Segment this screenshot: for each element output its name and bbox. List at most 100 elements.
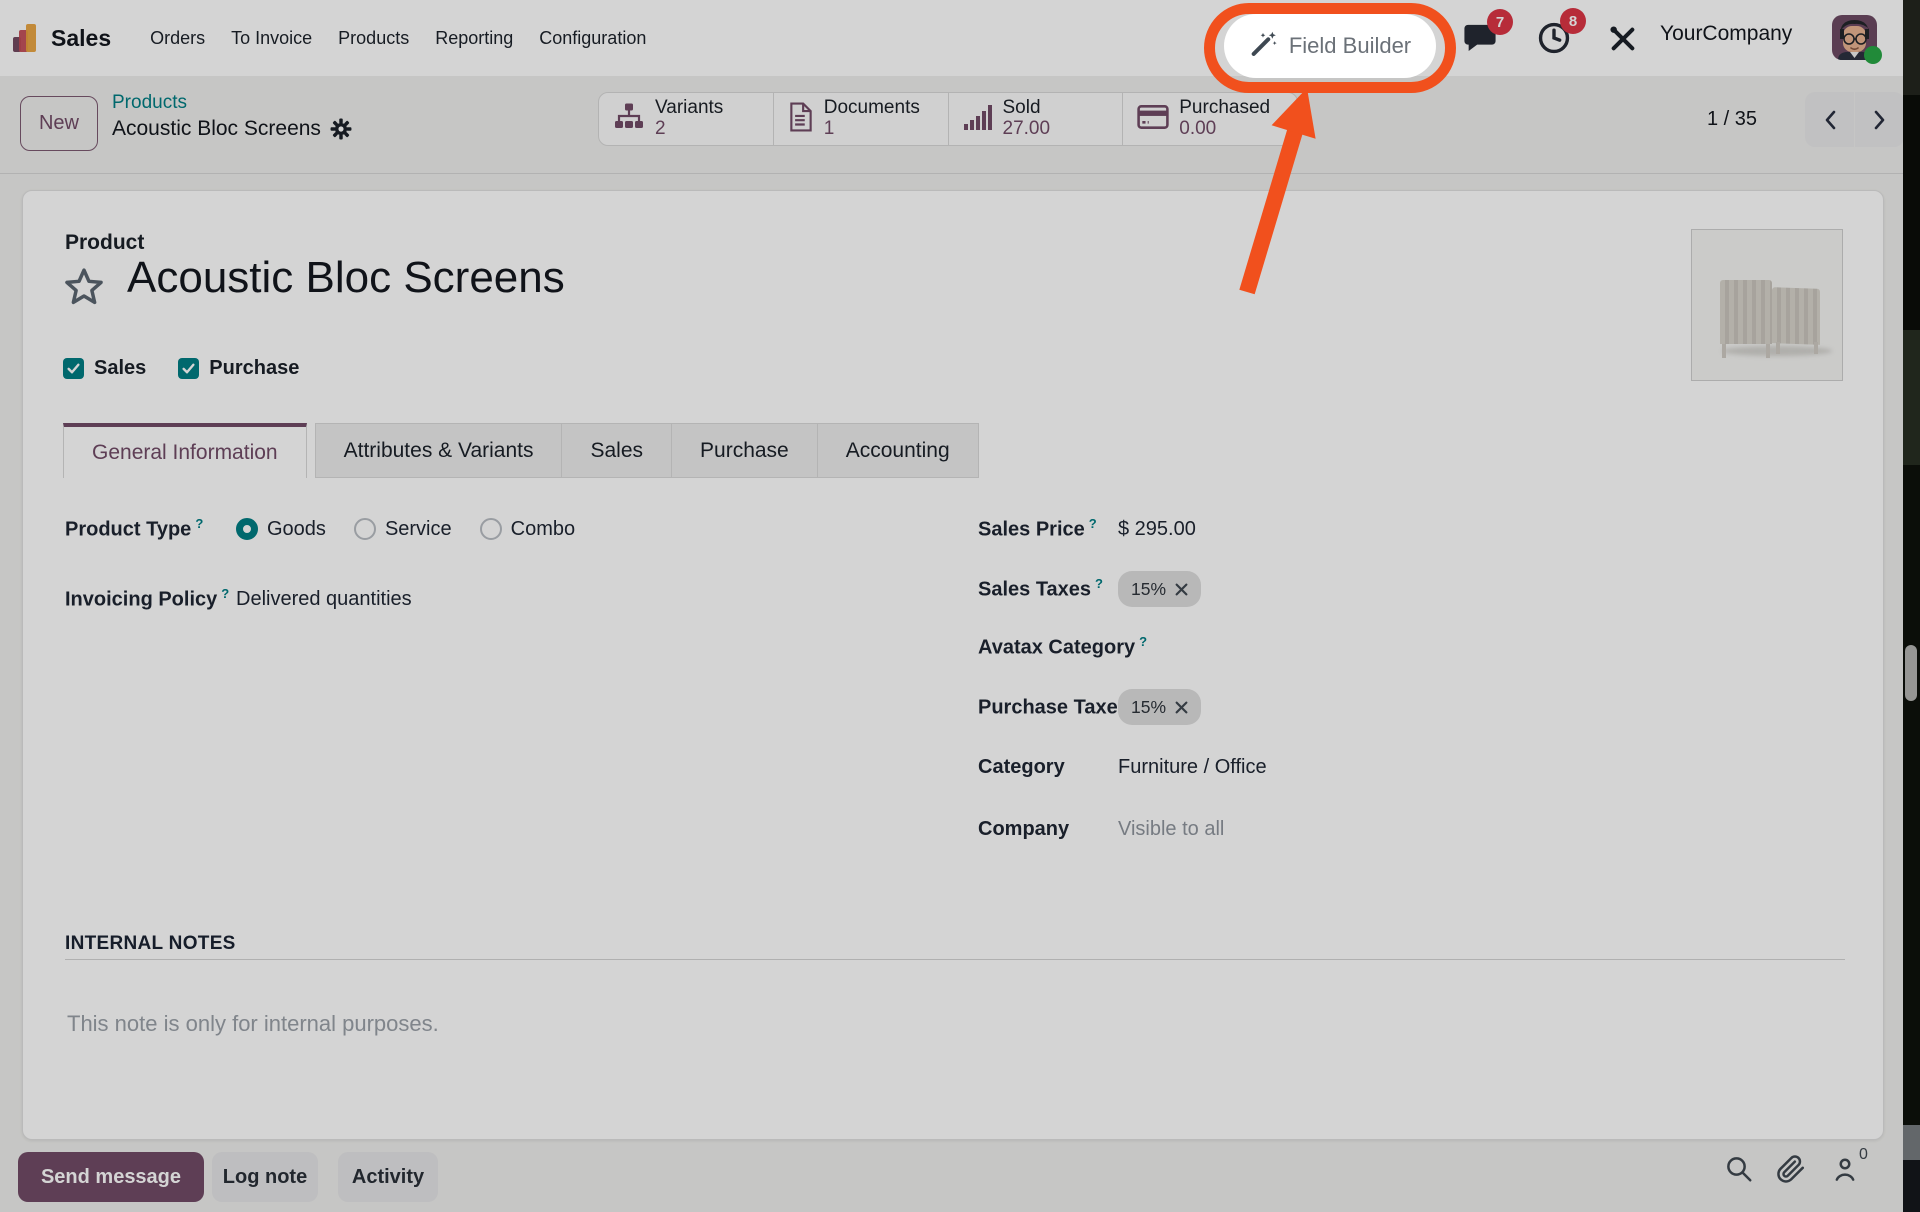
internal-notes-editor[interactable]: This note is only for internal purposes. <box>67 1011 439 1037</box>
sales-app-icon[interactable] <box>13 23 39 53</box>
document-icon <box>788 102 814 137</box>
breadcrumb-current: Acoustic Bloc Screens <box>112 117 321 141</box>
menu-orders[interactable]: Orders <box>150 28 205 49</box>
purchase-taxes-label: Purchase Taxes? <box>978 694 1118 720</box>
paperclip-icon[interactable] <box>1776 1154 1806 1189</box>
log-note-button[interactable]: Log note <box>212 1152 318 1202</box>
tab-sales[interactable]: Sales <box>562 423 672 478</box>
variants-button[interactable]: Variants 2 <box>599 93 774 145</box>
radio-goods-input[interactable] <box>236 518 258 540</box>
sales-toggle: Sales <box>63 357 146 380</box>
search-messages-icon[interactable] <box>1724 1154 1754 1189</box>
user-avatar[interactable] <box>1832 15 1877 60</box>
stat-label: Variants <box>655 98 723 119</box>
internal-notes-header: INTERNAL NOTES <box>65 933 236 955</box>
help-icon[interactable]: ? <box>195 516 203 531</box>
field-builder-button[interactable]: Field Builder <box>1224 14 1436 78</box>
stat-value: 0.00 <box>1179 119 1270 140</box>
radio-service[interactable]: Service <box>354 518 452 541</box>
sales-toggle-label: Sales <box>94 357 146 380</box>
followers-count: 0 <box>1859 1146 1868 1164</box>
purchase-checkbox[interactable] <box>178 358 199 379</box>
stat-label: Purchased <box>1179 98 1270 119</box>
stat-value: 27.00 <box>1003 119 1051 140</box>
favorite-star-icon[interactable] <box>61 265 107 314</box>
tab-accounting[interactable]: Accounting <box>818 423 979 478</box>
gear-icon[interactable] <box>330 118 352 140</box>
purchase-toggle: Purchase <box>178 357 299 380</box>
tab-purchase[interactable]: Purchase <box>672 423 818 478</box>
purchase-taxes-row: Purchase Taxes? 15% <box>978 689 1201 725</box>
notebook-tabs: General Information Attributes & Variant… <box>63 423 979 478</box>
app-window: Sales Orders To Invoice Products Reporti… <box>0 0 1920 1212</box>
menu-to-invoice[interactable]: To Invoice <box>231 28 312 49</box>
internal-notes-divider <box>65 959 1845 960</box>
smart-buttons: Variants 2 Documents 1 <box>598 92 1298 146</box>
documents-button[interactable]: Documents 1 <box>774 93 949 145</box>
stat-value: 2 <box>655 119 723 140</box>
sales-price-input[interactable]: $ 295.00 <box>1118 518 1196 541</box>
purchased-button[interactable]: Purchased 0.00 <box>1123 93 1297 145</box>
company-input[interactable]: Visible to all <box>1118 818 1224 841</box>
breadcrumb-products-link[interactable]: Products <box>112 92 352 114</box>
product-title-input[interactable]: Acoustic Bloc Screens <box>127 253 565 303</box>
breadcrumb: Products Acoustic Bloc Screens <box>112 92 352 141</box>
radio-combo-input[interactable] <box>480 518 502 540</box>
help-icon[interactable]: ? <box>1139 634 1147 649</box>
company-switcher[interactable]: YourCompany <box>1660 22 1792 46</box>
stat-label: Documents <box>824 98 920 119</box>
sales-taxes-label: Sales Taxes? <box>978 576 1118 602</box>
tab-attributes-variants[interactable]: Attributes & Variants <box>315 423 563 478</box>
tab-general-information[interactable]: General Information <box>63 423 307 478</box>
menu-reporting[interactable]: Reporting <box>435 28 513 49</box>
radio-service-input[interactable] <box>354 518 376 540</box>
activity-button[interactable]: Activity <box>338 1152 438 1202</box>
purchase-toggle-label: Purchase <box>209 357 299 380</box>
product-type-row: Product Type? Goods Service Combo <box>65 511 575 547</box>
company-label: Company <box>978 818 1118 841</box>
top-nav: Sales Orders To Invoice Products Reporti… <box>0 0 1920 76</box>
help-icon[interactable]: ? <box>221 586 229 601</box>
category-label: Category <box>978 756 1118 779</box>
company-row: Company Visible to all <box>978 811 1224 847</box>
product-form-sheet: Product Acoustic Bloc Screens Sales Purc… <box>22 190 1884 1140</box>
invoicing-policy-row: Invoicing Policy? Delivered quantities <box>65 581 412 617</box>
product-image[interactable] <box>1691 229 1843 381</box>
sales-tax-tag[interactable]: 15% <box>1118 571 1201 607</box>
purchase-tax-tag[interactable]: 15% <box>1118 689 1201 725</box>
activities-badge: 8 <box>1560 8 1586 34</box>
product-type-label: Product Type? <box>65 516 236 542</box>
radio-goods[interactable]: Goods <box>236 518 326 541</box>
category-input[interactable]: Furniture / Office <box>1118 756 1267 779</box>
send-message-button[interactable]: Send message <box>18 1152 204 1202</box>
new-button[interactable]: New <box>20 96 98 151</box>
stat-label: Sold <box>1003 98 1051 119</box>
menu-configuration[interactable]: Configuration <box>539 28 646 49</box>
radio-combo[interactable]: Combo <box>480 518 575 541</box>
help-icon[interactable]: ? <box>1095 576 1103 591</box>
invoicing-policy-select[interactable]: Delivered quantities <box>236 588 412 611</box>
sales-taxes-row: Sales Taxes? 15% (= $ 339.25 Incl. Taxes… <box>978 571 1201 607</box>
menu-products[interactable]: Products <box>338 28 409 49</box>
bar-chart-icon <box>963 102 993 137</box>
followers-icon[interactable] <box>1830 1154 1860 1189</box>
category-row: Category Furniture / Office <box>978 749 1267 785</box>
sitemap-icon <box>613 102 645 137</box>
pager-next-button[interactable] <box>1855 92 1904 147</box>
pager-previous-button[interactable] <box>1805 92 1854 147</box>
remove-tag-icon[interactable] <box>1175 583 1188 596</box>
credit-card-icon <box>1137 103 1169 136</box>
app-name[interactable]: Sales <box>51 25 111 52</box>
remove-tag-icon[interactable] <box>1175 701 1188 714</box>
online-status-dot <box>1864 46 1882 64</box>
magic-wand-icon <box>1249 30 1277 63</box>
sales-checkbox[interactable] <box>63 358 84 379</box>
scrollbar-thumb[interactable] <box>1905 645 1917 701</box>
field-builder-label: Field Builder <box>1289 33 1411 59</box>
sold-button[interactable]: Sold 27.00 <box>949 93 1124 145</box>
messages-badge: 7 <box>1487 9 1513 35</box>
help-icon[interactable]: ? <box>1089 516 1097 531</box>
sales-price-row: Sales Price? $ 295.00 <box>978 511 1196 547</box>
tools-icon[interactable] <box>1607 23 1639 60</box>
record-type-label: Product <box>65 231 144 255</box>
